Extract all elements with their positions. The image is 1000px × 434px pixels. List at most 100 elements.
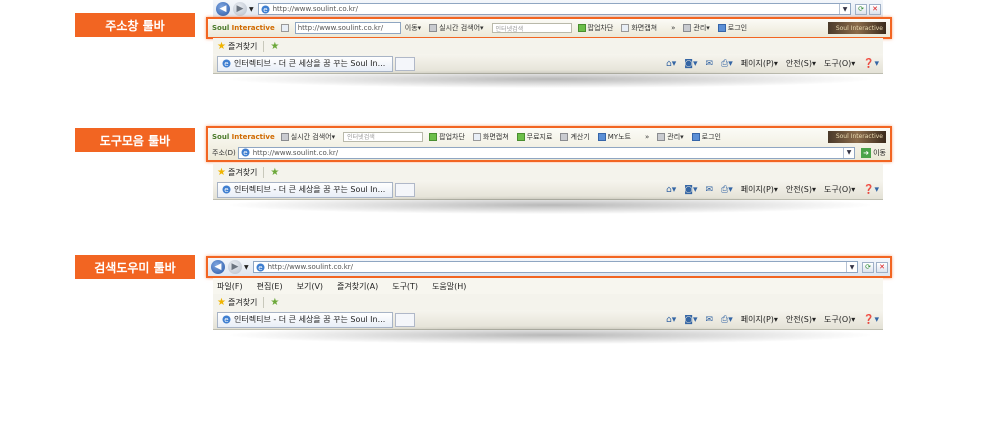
mail-icon[interactable]: ✉: [705, 59, 713, 69]
history-dropdown-icon[interactable]: ▼: [244, 264, 249, 271]
toolbar-more[interactable]: »: [671, 24, 675, 32]
new-tab-button[interactable]: [395, 56, 415, 71]
tab-active[interactable]: e 인터렉티브 - 더 큰 세상을 꿈 꾸는 Soul In...: [217, 311, 393, 328]
page-icon: [280, 24, 289, 32]
toolbar-search-input[interactable]: 인터넷검색: [343, 131, 424, 142]
add-favorite-icon[interactable]: ★: [263, 296, 279, 308]
forward-button[interactable]: ▶: [228, 260, 242, 274]
ie-page-icon: e: [222, 185, 231, 194]
address-url: http://www.soulint.co.kr/: [267, 263, 354, 271]
address-bar[interactable]: e http://www.soulint.co.kr/ ▼: [237, 146, 856, 159]
favorites-bar: ★ 즐겨찾기 ★: [213, 294, 883, 310]
stop-button[interactable]: ✕: [869, 3, 881, 15]
stop-button[interactable]: ✕: [876, 261, 888, 273]
menu-favorites[interactable]: 즐겨찾기(A): [337, 281, 378, 292]
svg-text:e: e: [224, 186, 228, 194]
tools-menu[interactable]: 도구(O) ▾: [824, 184, 855, 195]
page-menu[interactable]: 페이지(P) ▾: [741, 58, 778, 69]
rss-icon[interactable]: ◙▾: [684, 315, 697, 325]
ie-page-icon: e: [222, 59, 231, 68]
star-icon: ★: [217, 166, 226, 178]
star-icon: ★: [217, 296, 226, 308]
back-button[interactable]: ◀: [216, 2, 230, 16]
menu-file[interactable]: 파일(F): [217, 281, 243, 292]
svg-text:e: e: [224, 316, 228, 324]
toolbar-free-dict[interactable]: 무료지료: [516, 132, 552, 142]
ie-page-icon: e: [222, 315, 231, 324]
add-favorite-icon[interactable]: ★: [263, 40, 279, 52]
tools-menu[interactable]: 도구(O) ▾: [824, 314, 855, 325]
tab-active[interactable]: e 인터렉티브 - 더 큰 세상을 꿈 꾸는 Soul In...: [217, 55, 393, 72]
safety-menu[interactable]: 안전(S) ▾: [786, 184, 816, 195]
favorites-bar: ★ 즐겨찾기 ★: [213, 38, 883, 54]
toolbar-move-button[interactable]: 이동 ▾: [405, 23, 421, 33]
go-arrow-icon: ➜: [861, 147, 872, 158]
toolbar-search-input[interactable]: 인터넷검색: [491, 23, 572, 33]
toolbar-brand: Soul Interactive: [212, 24, 275, 32]
menu-help[interactable]: 도움말(H): [432, 281, 466, 292]
rss-icon[interactable]: ◙▾: [684, 185, 697, 195]
toolbar-my-note[interactable]: MY노트: [597, 132, 631, 142]
help-icon[interactable]: ❓▾: [863, 59, 879, 69]
forward-button[interactable]: ▶: [233, 2, 247, 16]
menu-view[interactable]: 보기(V): [297, 281, 323, 292]
toolbar-manage[interactable]: 관리 ▾: [683, 23, 710, 33]
go-button[interactable]: ➜ 이동: [861, 147, 886, 158]
address-dropdown-icon[interactable]: ▼: [843, 147, 854, 158]
command-bar: ⌂▾ ◙▾ ✉ ⎙▾ 페이지(P) ▾ 안전(S) ▾ 도구(O) ▾ ❓▾: [658, 314, 879, 325]
refresh-button[interactable]: ⟳: [862, 261, 874, 273]
help-icon[interactable]: ❓▾: [863, 315, 879, 325]
menu-tools[interactable]: 도구(T): [392, 281, 418, 292]
svg-text:e: e: [243, 149, 247, 157]
home-icon[interactable]: ⌂▾: [666, 185, 676, 195]
home-icon[interactable]: ⌂▾: [666, 315, 676, 325]
toolbar-realtime-search[interactable]: 실시간 검색어 ▾: [429, 23, 484, 33]
add-favorite-icon[interactable]: ★: [263, 166, 279, 178]
safety-menu[interactable]: 안전(S) ▾: [786, 314, 816, 325]
address-bar[interactable]: e http://www.soulint.co.kr/ ▼: [257, 3, 851, 15]
menu-edit[interactable]: 편집(E): [257, 281, 283, 292]
toolbar-login[interactable]: 로그인: [691, 132, 721, 142]
toolbar-login[interactable]: 로그인: [717, 23, 747, 33]
address-dropdown-icon[interactable]: ▼: [846, 262, 857, 272]
toolbar-banner: Soul Interactive: [828, 22, 886, 34]
help-icon[interactable]: ❓▾: [863, 185, 879, 195]
tools-menu[interactable]: 도구(O) ▾: [824, 58, 855, 69]
new-tab-button[interactable]: [395, 312, 415, 327]
svg-text:e: e: [258, 264, 262, 272]
favorites-button[interactable]: ★ 즐겨찾기: [217, 41, 257, 52]
history-dropdown-icon[interactable]: ▼: [249, 6, 254, 13]
toolbar-screen-capture[interactable]: 화면캡쳐: [621, 23, 657, 33]
toolbar-more[interactable]: »: [645, 133, 649, 141]
rss-icon[interactable]: ◙▾: [684, 59, 697, 69]
toolbar-address-field[interactable]: http://www.soulint.co.kr/: [294, 22, 401, 34]
new-tab-button[interactable]: [395, 182, 415, 197]
ie-page-icon: e: [256, 263, 265, 272]
print-icon[interactable]: ⎙▾: [721, 315, 733, 325]
safety-menu[interactable]: 안전(S) ▾: [786, 58, 816, 69]
mail-icon[interactable]: ✉: [705, 315, 713, 325]
svg-text:e: e: [224, 60, 228, 68]
favorites-bar: ★ 즐겨찾기 ★: [213, 164, 883, 180]
print-icon[interactable]: ⎙▾: [721, 185, 733, 195]
toolbar-manage[interactable]: 관리 ▾: [657, 132, 684, 142]
toolbar-realtime-search[interactable]: 실시간 검색어 ▾: [280, 132, 335, 142]
favorites-button[interactable]: ★ 즐겨찾기: [217, 297, 257, 308]
back-button[interactable]: ◀: [211, 260, 225, 274]
toolbar-popup-block[interactable]: 팝업차단: [577, 23, 613, 33]
toolbar-popup-block[interactable]: 팝업차단: [429, 132, 465, 142]
favorites-button[interactable]: ★ 즐겨찾기: [217, 167, 257, 178]
tab-active[interactable]: e 인터렉티브 - 더 큰 세상을 꿈 꾸는 Soul In...: [217, 181, 393, 198]
page-menu[interactable]: 페이지(P) ▾: [741, 184, 778, 195]
print-icon[interactable]: ⎙▾: [721, 59, 733, 69]
toolbar-screen-capture[interactable]: 화면캡쳐: [472, 132, 509, 142]
label-search-toolbar: 검색도우미 툴바: [75, 255, 195, 279]
refresh-button[interactable]: ⟳: [855, 3, 867, 15]
address-dropdown-icon[interactable]: ▼: [839, 4, 850, 14]
label-address-toolbar: 주소창 툴바: [75, 13, 195, 37]
mail-icon[interactable]: ✉: [705, 185, 713, 195]
page-menu[interactable]: 페이지(P) ▾: [741, 314, 778, 325]
address-bar[interactable]: e http://www.soulint.co.kr/ ▼: [252, 261, 858, 273]
home-icon[interactable]: ⌂▾: [666, 59, 676, 69]
toolbar-calculator[interactable]: 계산기: [560, 132, 590, 142]
